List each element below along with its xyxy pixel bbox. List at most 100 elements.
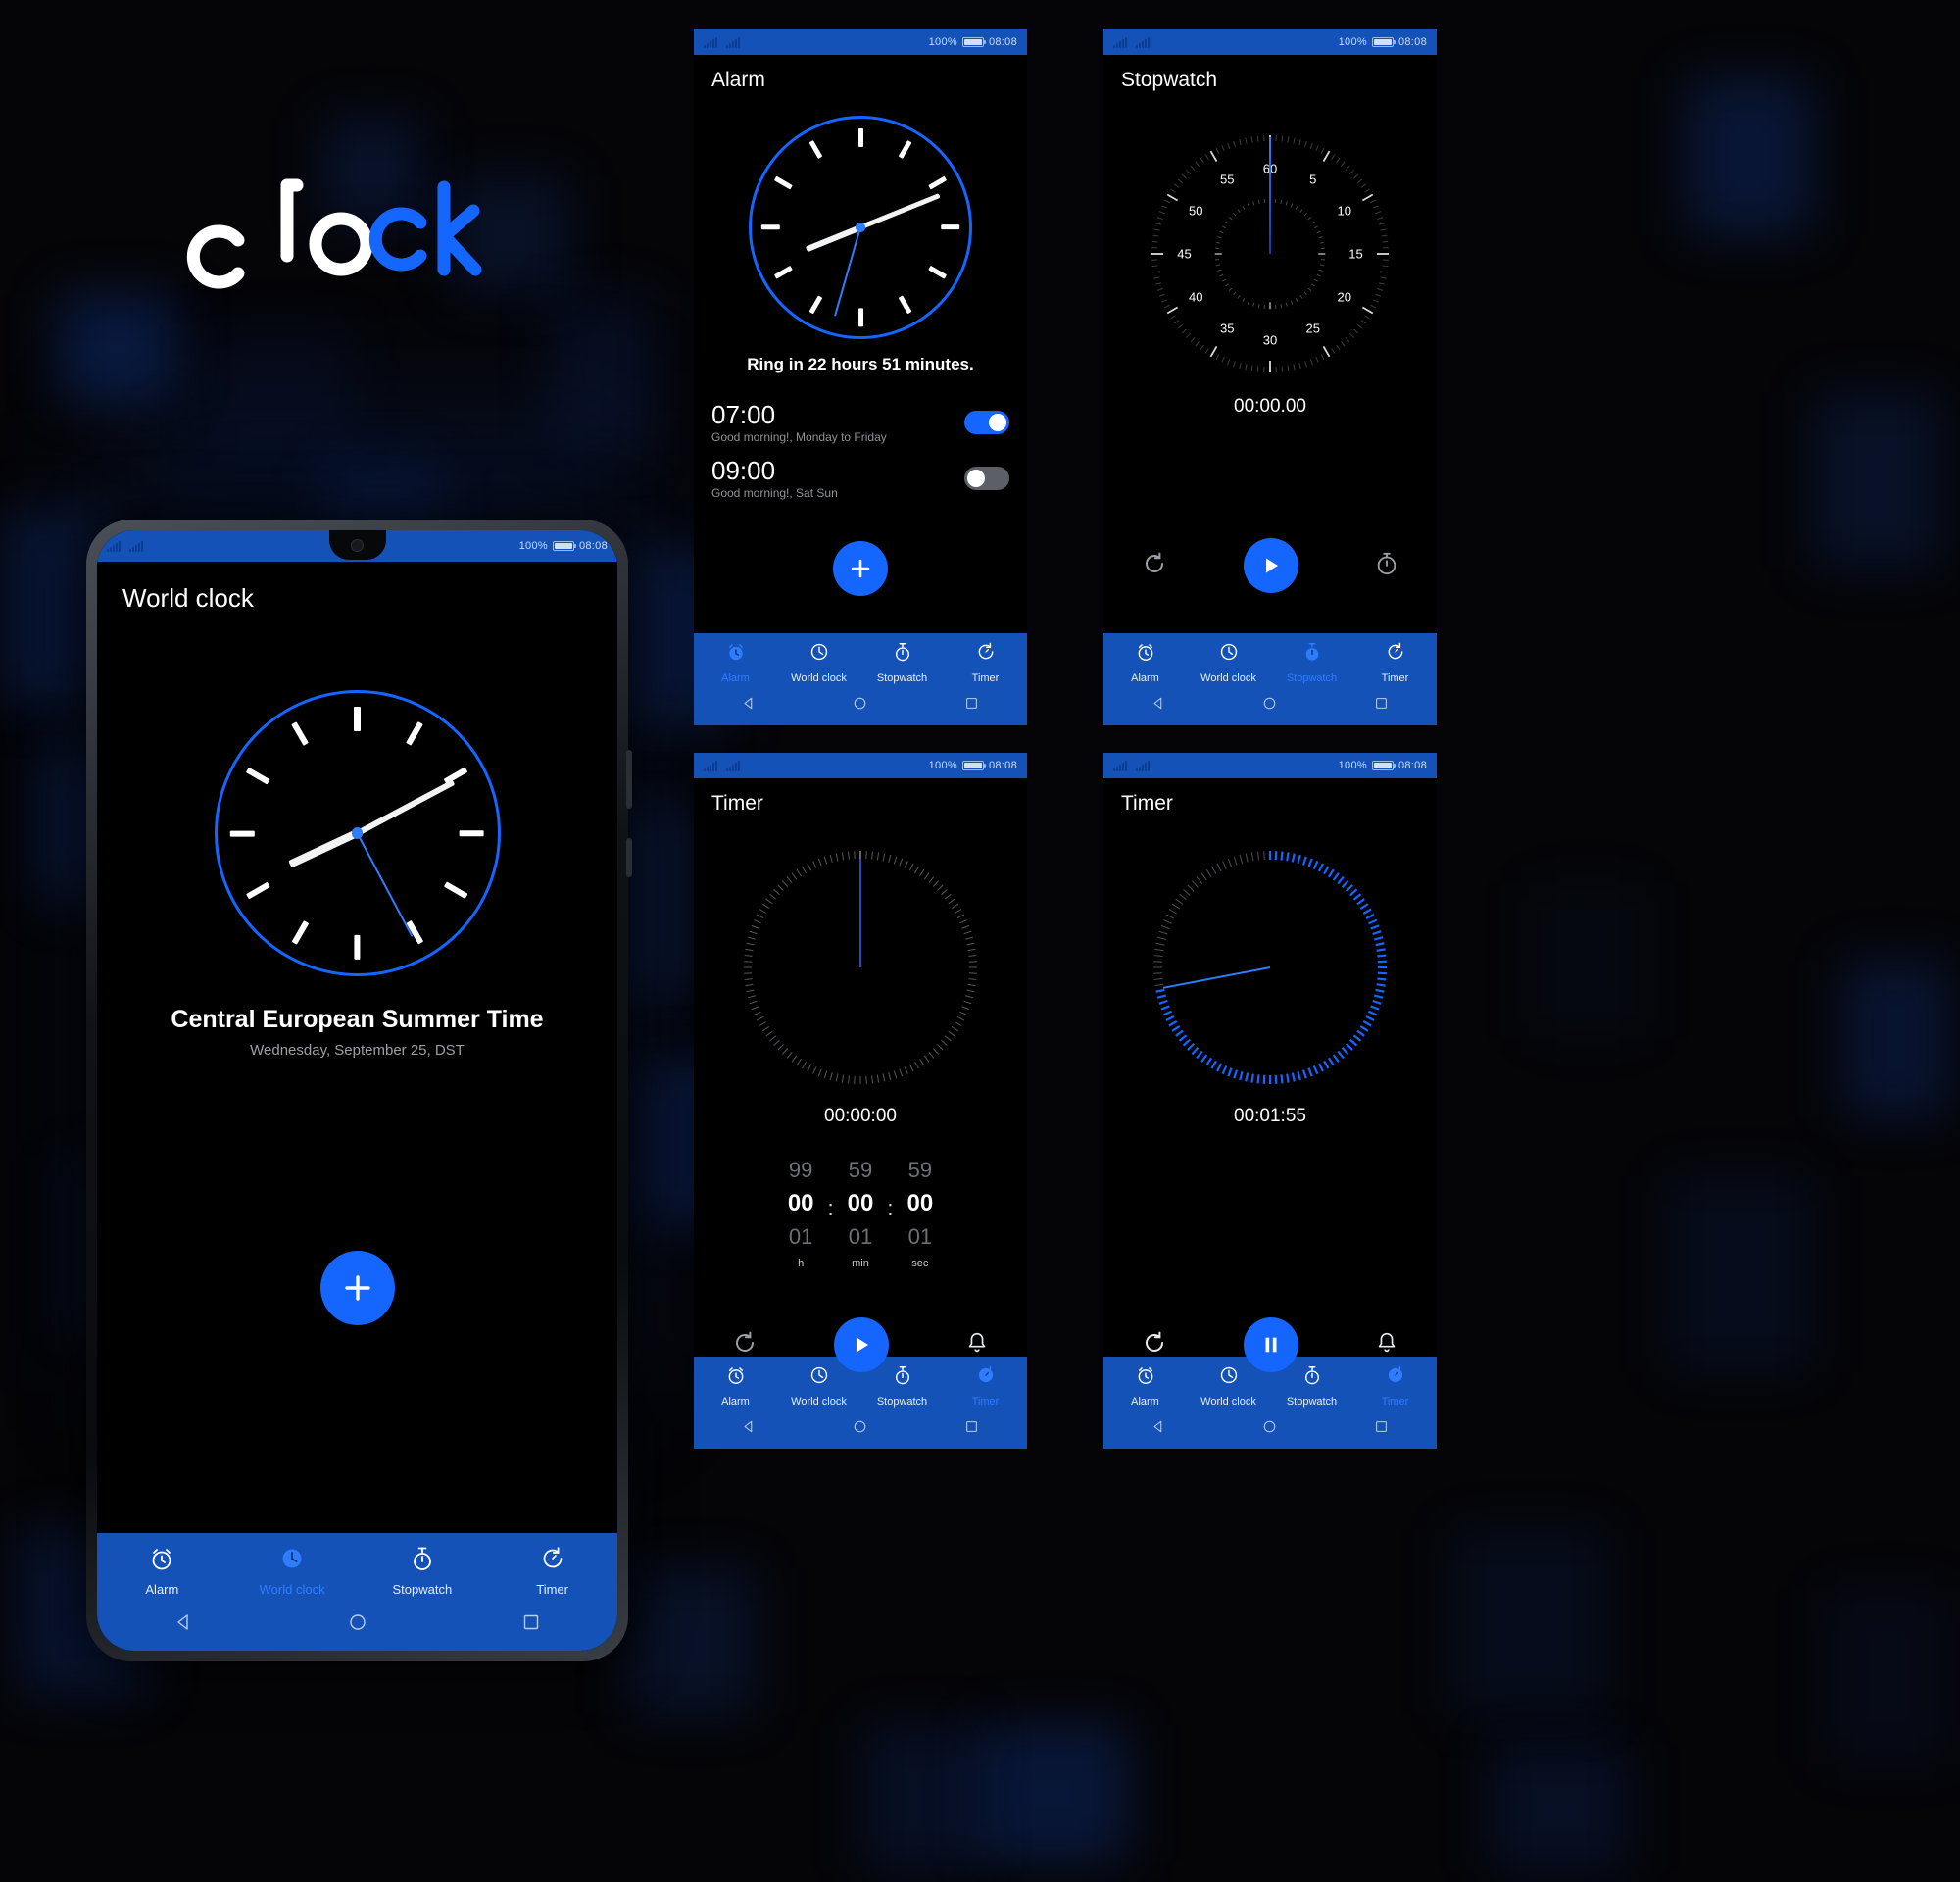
home-button[interactable]	[853, 1419, 867, 1439]
signal-bars-icon-2	[1136, 37, 1150, 48]
square-recents-icon	[964, 696, 979, 711]
add-city-button[interactable]	[320, 1251, 395, 1325]
timer-dial-progress	[1148, 845, 1393, 1090]
dial-number: 5	[1309, 173, 1316, 187]
timer-picker[interactable]: 99 00 01 h : 59 00 01 min : 59 00 01 sec	[694, 1154, 1027, 1269]
back-button[interactable]	[1152, 1419, 1166, 1439]
timer-controls	[694, 1317, 1027, 1372]
square-recents-icon	[1374, 1419, 1389, 1434]
recents-button[interactable]	[1374, 696, 1389, 716]
nav-tab-label: World clock	[260, 1582, 325, 1597]
timer-elapsed: 00:00:00	[694, 1106, 1027, 1127]
ringtone-button[interactable]	[964, 1330, 990, 1361]
stopwatch-icon	[892, 641, 913, 668]
clock-icon	[808, 641, 830, 663]
nav-tab-stopwatch[interactable]: Stopwatch	[358, 1545, 488, 1597]
play-icon	[1259, 554, 1283, 577]
nav-tab-timer[interactable]: Timer	[944, 641, 1027, 684]
seconds-below: 01	[908, 1220, 932, 1254]
nav-tab-world-clock[interactable]: World clock	[777, 641, 860, 684]
recents-button[interactable]	[521, 1612, 541, 1637]
reset-button[interactable]	[731, 1329, 759, 1362]
nav-tab-label: World clock	[1200, 1396, 1256, 1408]
nav-tabs: Alarm World clock Stopwatch Timer	[1103, 633, 1437, 690]
reset-button[interactable]	[1141, 550, 1168, 582]
timer-hours-column[interactable]: 99 00 01 h	[788, 1154, 814, 1269]
battery-percent: 100%	[519, 540, 548, 552]
nav-tab-alarm[interactable]: Alarm	[694, 641, 777, 684]
status-bar-left	[1113, 761, 1150, 771]
signal-bars-icon-2	[726, 761, 740, 771]
home-button[interactable]	[348, 1612, 368, 1637]
nav-tab-world-clock[interactable]: World clock	[227, 1545, 358, 1597]
start-button[interactable]	[834, 1317, 889, 1372]
status-bar-right: 100% 08:08	[519, 540, 608, 552]
timer-icon	[539, 1545, 566, 1577]
timer-minutes-column[interactable]: 59 00 01 min	[848, 1154, 874, 1269]
nav-tab-world-clock[interactable]: World clock	[1187, 641, 1270, 684]
nav-tab-label: Alarm	[1131, 1396, 1159, 1408]
nav-tab-timer[interactable]: Timer	[487, 1545, 617, 1597]
home-button[interactable]	[1262, 696, 1277, 716]
recents-button[interactable]	[1374, 1419, 1389, 1439]
alarm-toggle[interactable]	[964, 411, 1009, 434]
status-time: 08:08	[579, 540, 608, 552]
screen-timer-running: 100% 08:08 Timer 00:01:55 Alarm World clo…	[1103, 753, 1437, 1449]
nav-tab-label: Timer	[972, 672, 1000, 684]
timezone-name: Central European Summer Time	[97, 1006, 617, 1034]
power-button[interactable]	[626, 750, 632, 809]
alarm-time: 09:00	[711, 457, 838, 486]
hours-selected: 00	[788, 1187, 814, 1220]
stopwatch-needle	[1269, 137, 1271, 254]
nav-tab-timer[interactable]: Timer	[1353, 641, 1437, 684]
status-bar-right: 100% 08:08	[929, 760, 1017, 771]
nav-tab-label: Alarm	[721, 672, 750, 684]
system-nav	[1103, 690, 1437, 725]
back-button[interactable]	[174, 1612, 194, 1637]
nav-tab-label: Stopwatch	[1287, 1396, 1337, 1408]
status-bar-left	[1113, 37, 1150, 48]
bell-icon	[1374, 1330, 1399, 1356]
battery-percent: 100%	[929, 36, 957, 48]
home-button[interactable]	[853, 696, 867, 716]
add-alarm-button[interactable]	[833, 541, 888, 596]
back-button[interactable]	[1152, 696, 1166, 716]
circle-home-icon	[853, 1419, 867, 1434]
clock-tick	[354, 935, 360, 960]
dial-number: 25	[1306, 321, 1320, 335]
timer-running-body: 00:01:55	[1103, 816, 1437, 1357]
ringtone-button[interactable]	[1374, 1330, 1399, 1361]
square-recents-icon	[521, 1612, 541, 1632]
battery-percent: 100%	[929, 760, 957, 771]
square-recents-icon	[964, 1419, 979, 1434]
pause-button[interactable]	[1244, 1317, 1298, 1372]
volume-button[interactable]	[626, 838, 632, 877]
reset-button[interactable]	[1141, 1329, 1168, 1362]
timer-seconds-column[interactable]: 59 00 01 sec	[906, 1154, 933, 1269]
nav-tab-label: Stopwatch	[1287, 672, 1337, 684]
alarm-row[interactable]: 07:00 Good morning!, Monday to Friday	[694, 401, 1027, 444]
nav-tab-stopwatch[interactable]: Stopwatch	[860, 641, 944, 684]
recents-button[interactable]	[964, 1419, 979, 1439]
start-button[interactable]	[1244, 538, 1298, 593]
alarm-toggle[interactable]	[964, 467, 1009, 490]
alarm-row[interactable]: 09:00 Good morning!, Sat Sun	[694, 457, 1027, 500]
circle-home-icon	[853, 696, 867, 711]
back-button[interactable]	[742, 696, 757, 716]
lap-button[interactable]	[1374, 551, 1399, 581]
nav-tab-label: Timer	[1382, 672, 1409, 684]
status-bar-right: 100% 08:08	[1339, 760, 1427, 771]
alarm-clock-icon	[148, 1545, 175, 1572]
nav-tab-stopwatch[interactable]: Stopwatch	[1270, 641, 1353, 684]
back-button[interactable]	[742, 1419, 757, 1439]
dial-number: 55	[1220, 173, 1234, 187]
bottom-nav: Alarm World clock Stopwatch Timer	[97, 1533, 617, 1651]
nav-tab-label: Timer	[972, 1396, 1000, 1408]
nav-tab-label: World clock	[791, 672, 847, 684]
nav-tab-alarm[interactable]: Alarm	[1103, 641, 1187, 684]
nav-tab-alarm[interactable]: Alarm	[97, 1545, 227, 1597]
plus-icon	[848, 556, 873, 581]
recents-button[interactable]	[964, 696, 979, 716]
screen-timer-idle: 100% 08:08 Timer 00:00:00 99 00 01 h : 5…	[694, 753, 1027, 1449]
home-button[interactable]	[1262, 1419, 1277, 1439]
